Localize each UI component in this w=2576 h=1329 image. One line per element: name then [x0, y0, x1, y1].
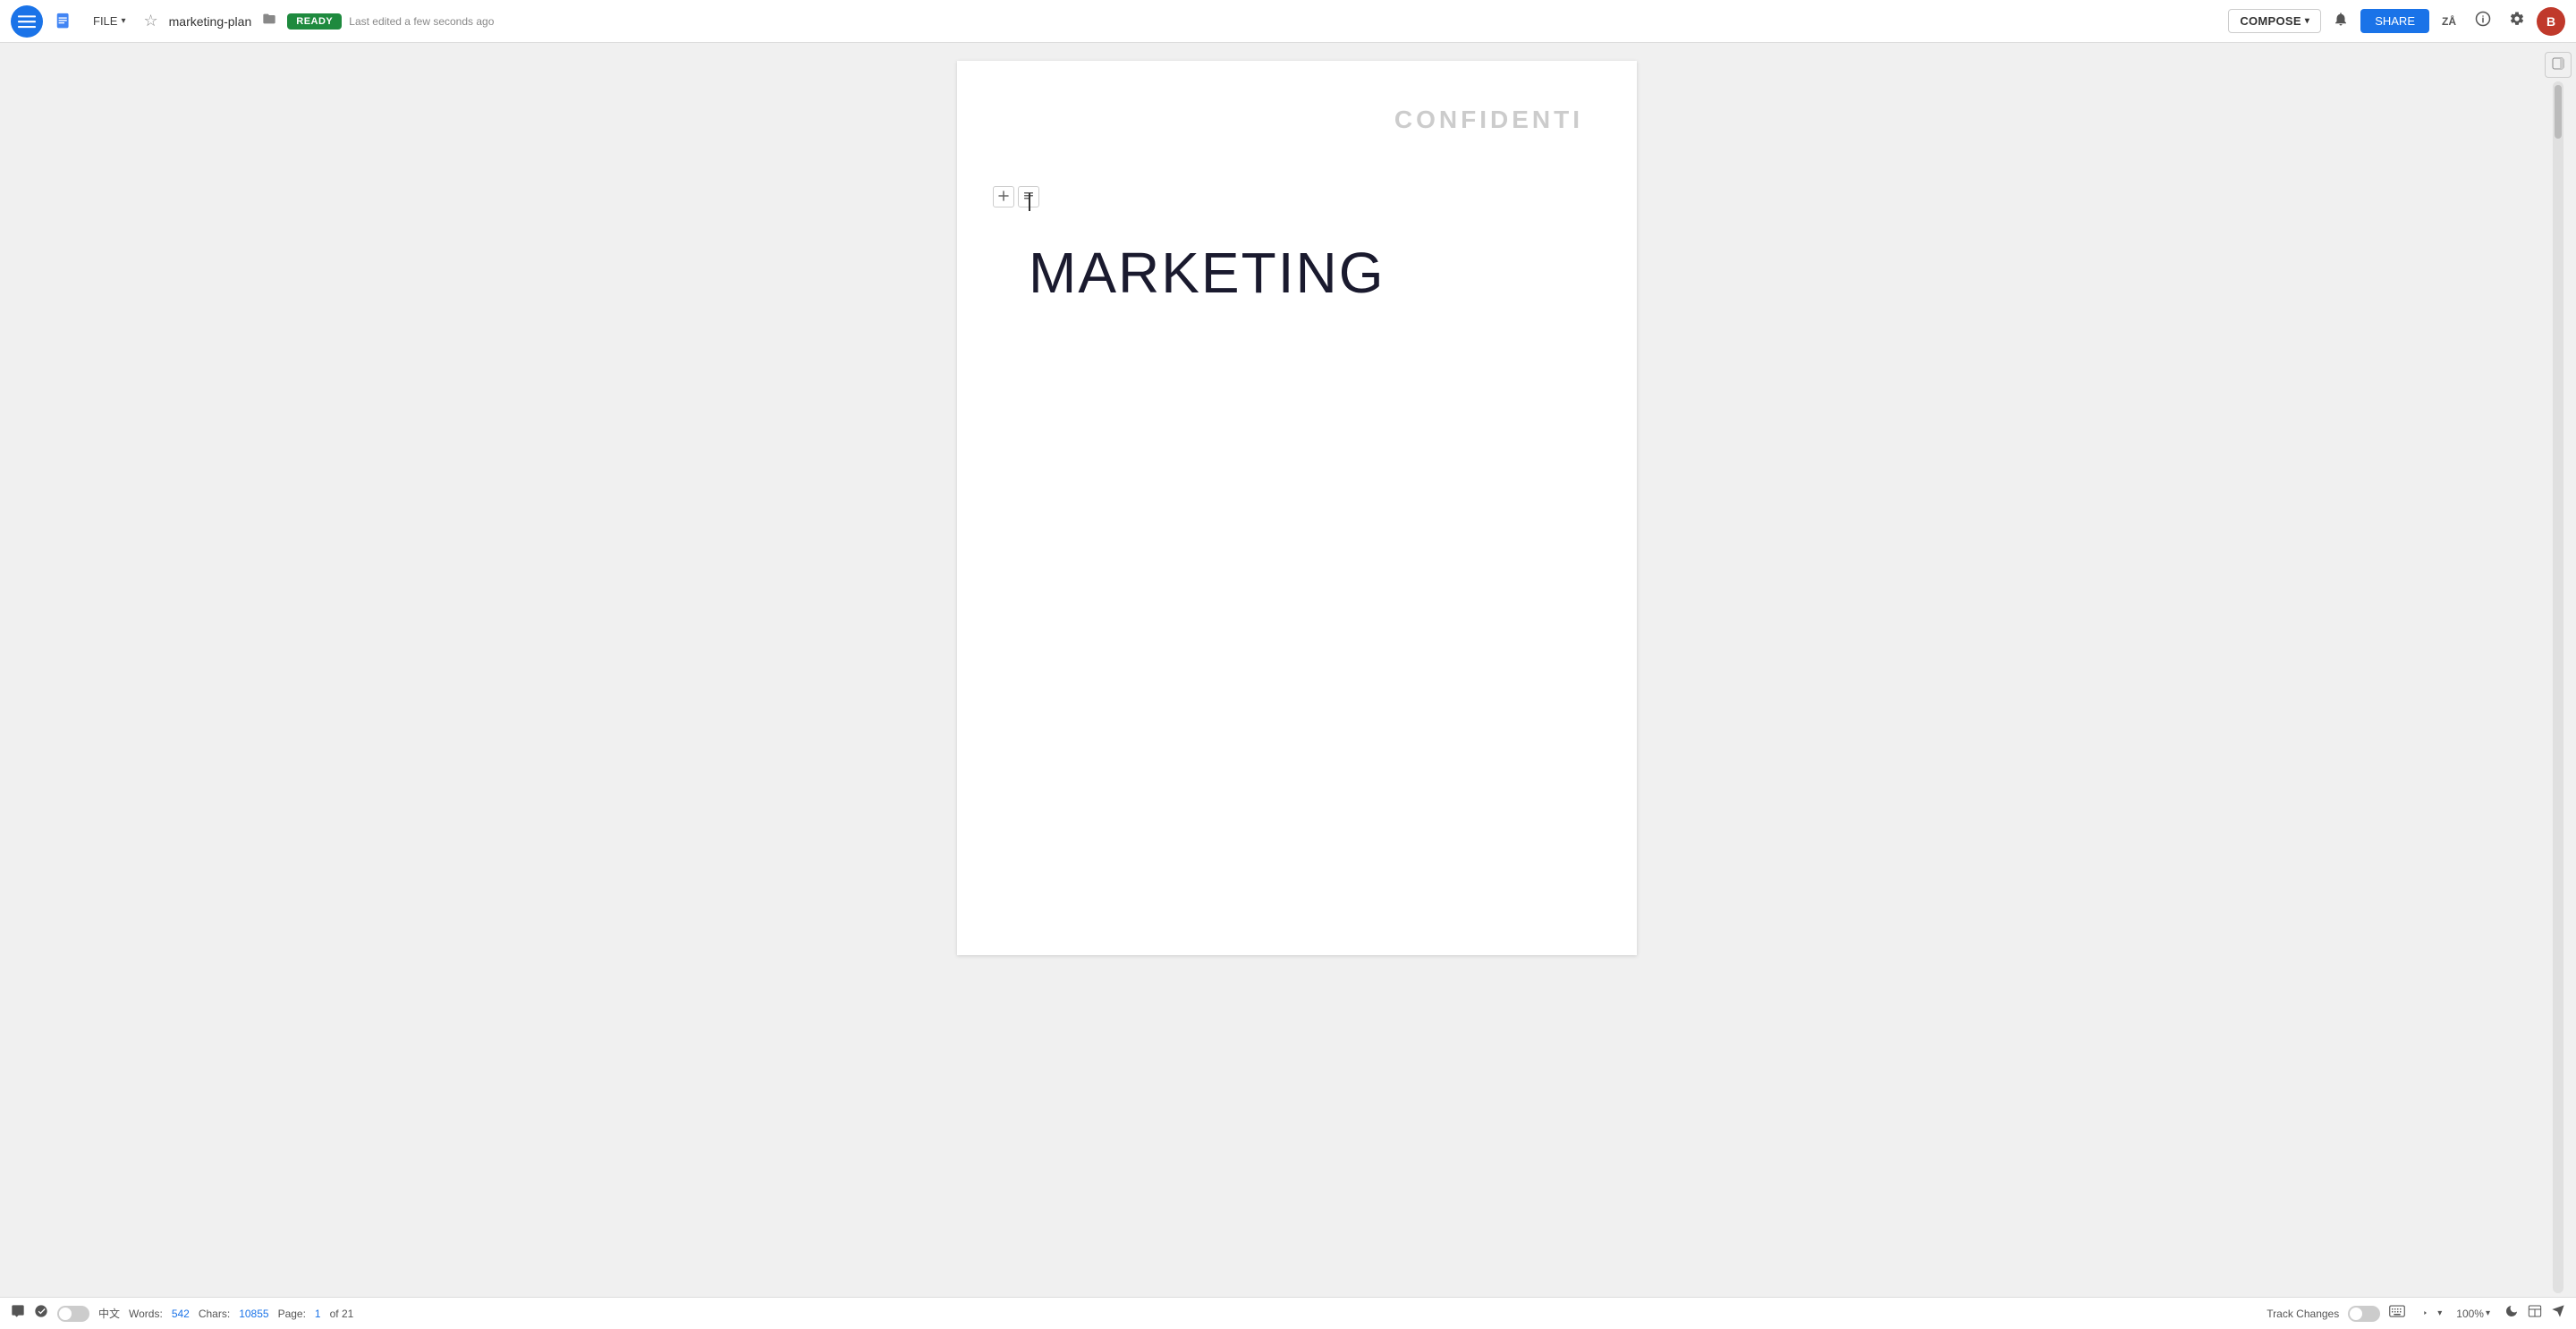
- file-label: FILE: [93, 14, 117, 28]
- folder-icon: [262, 14, 276, 30]
- bell-icon: [2333, 11, 2349, 31]
- header: FILE ▾ ☆ marketing-plan READY Last edite…: [0, 0, 2576, 43]
- zoom-level: 100%: [2456, 1308, 2484, 1320]
- spellcheck-icon: [34, 1304, 48, 1323]
- add-block-button[interactable]: [993, 186, 1014, 207]
- send-icon: [2551, 1304, 2565, 1323]
- statusbar-left: 中文 Words: 542 Chars: 10855 Page: 1 of 21: [11, 1304, 353, 1323]
- scrollbar-thumb: [2555, 85, 2562, 139]
- za-icon: ZÅ: [2442, 15, 2456, 28]
- statusbar: 中文 Words: 542 Chars: 10855 Page: 1 of 21…: [0, 1297, 2576, 1329]
- avatar-button[interactable]: B: [2537, 7, 2565, 36]
- file-button[interactable]: FILE ▾: [86, 11, 133, 31]
- document-title[interactable]: MARKETING: [1029, 240, 1565, 306]
- star-button[interactable]: ☆: [140, 8, 162, 34]
- page-label: Page:: [278, 1308, 306, 1320]
- left-sidebar: [0, 43, 54, 1297]
- toggle-switch[interactable]: [57, 1306, 89, 1322]
- spellcheck-button[interactable]: [34, 1304, 48, 1323]
- hamburger-button[interactable]: [11, 5, 43, 38]
- ready-badge: READY: [287, 13, 342, 30]
- main-area: CONFIDENTI MARKETING: [0, 43, 2576, 1297]
- indent-chevron-button[interactable]: ▾: [2437, 1308, 2442, 1318]
- compose-label: COMPOSE: [2240, 14, 2301, 28]
- last-edited-text: Last edited a few seconds ago: [349, 15, 2221, 28]
- darkmode-button[interactable]: [2504, 1304, 2519, 1323]
- layout-button[interactable]: [2528, 1304, 2542, 1323]
- comment-icon: [11, 1304, 25, 1323]
- bell-button[interactable]: [2326, 7, 2355, 36]
- doc-title: marketing-plan: [169, 14, 252, 29]
- page-of: of 21: [330, 1308, 354, 1320]
- layout-icon: [2528, 1304, 2542, 1323]
- keyboard-icon-button[interactable]: [2389, 1305, 2405, 1322]
- collapse-icon: [2552, 57, 2564, 72]
- statusbar-right: Track Changes ▾ 100% ▾: [2267, 1304, 2565, 1323]
- collapse-panel-button[interactable]: [2545, 52, 2572, 78]
- track-changes-toggle[interactable]: [2348, 1306, 2380, 1322]
- comment-button[interactable]: [11, 1304, 25, 1323]
- document-page: CONFIDENTI MARKETING: [957, 61, 1637, 955]
- doc-icon-button[interactable]: [50, 7, 79, 36]
- folder-button[interactable]: [258, 8, 280, 34]
- watermark-text: CONFIDENTI: [1394, 106, 1583, 134]
- settings-button[interactable]: [2503, 7, 2531, 36]
- page-current: 1: [315, 1308, 321, 1320]
- scrollbar[interactable]: [2553, 81, 2563, 1293]
- language-label: 中文: [98, 1306, 120, 1321]
- info-icon: [2475, 11, 2491, 31]
- za-button[interactable]: ZÅ: [2435, 7, 2463, 36]
- block-controls: [993, 186, 1039, 207]
- words-label: Words:: [129, 1308, 163, 1320]
- zoom-chevron-icon: ▾: [2486, 1308, 2490, 1318]
- chars-count: 10855: [239, 1308, 268, 1320]
- track-changes-label: Track Changes: [2267, 1308, 2339, 1320]
- file-chevron-icon: ▾: [121, 16, 125, 26]
- document-area[interactable]: CONFIDENTI MARKETING: [54, 43, 2540, 1297]
- add-block-icon: [998, 190, 1009, 204]
- header-right: COMPOSE ▾ SHARE ZÅ B: [2228, 7, 2565, 36]
- right-panel: [2540, 43, 2576, 1297]
- compose-chevron-icon: ▾: [2305, 16, 2309, 26]
- share-button[interactable]: SHARE: [2360, 9, 2429, 33]
- compose-button[interactable]: COMPOSE ▾: [2228, 9, 2321, 33]
- indent-button[interactable]: [2414, 1304, 2428, 1323]
- keyboard-icon: [2389, 1305, 2405, 1322]
- zoom-button[interactable]: 100% ▾: [2451, 1306, 2496, 1322]
- indent-icon: [2414, 1304, 2428, 1323]
- indent-chevron-icon: ▾: [2437, 1308, 2442, 1318]
- settings-icon: [2509, 11, 2525, 31]
- darkmode-icon: [2504, 1304, 2519, 1323]
- send-button[interactable]: [2551, 1304, 2565, 1323]
- chars-label: Chars:: [199, 1308, 230, 1320]
- star-icon: ☆: [144, 12, 158, 30]
- menu-icon: [18, 13, 36, 30]
- info-button[interactable]: [2469, 7, 2497, 36]
- share-label: SHARE: [2375, 14, 2415, 28]
- doc-icon: [55, 12, 74, 31]
- words-count: 542: [172, 1308, 190, 1320]
- avatar-label: B: [2546, 14, 2555, 29]
- text-cursor: [1029, 193, 1030, 211]
